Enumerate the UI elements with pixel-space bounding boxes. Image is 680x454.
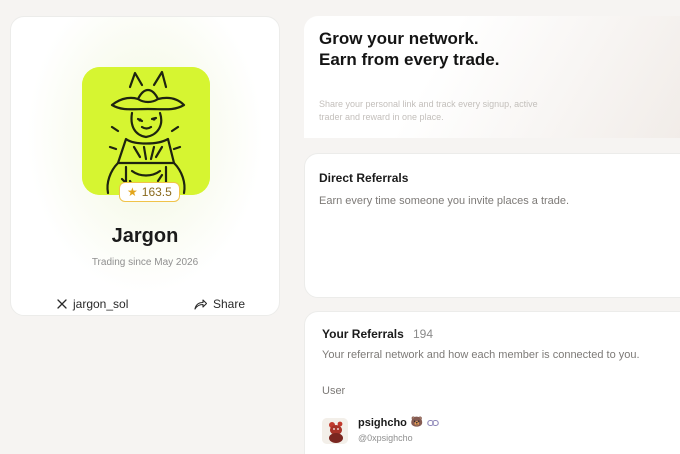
your-referrals-card: Your Referrals 194 Your referral network… [304,311,680,454]
chain-link-icon [427,419,440,427]
hero-title-line1: Grow your network. [319,29,479,48]
rating-value: 163.5 [141,185,172,199]
referral-row[interactable]: psighcho 🐻 @0xpsighcho [322,416,662,448]
your-referrals-title: Your Referrals [322,327,404,341]
column-header-user: User [322,385,346,397]
x-handle: jargon_sol [73,297,129,311]
direct-referrals-title: Direct Referrals [319,171,409,185]
share-button[interactable]: Share [194,297,245,311]
user-name-text: psighcho [358,417,407,429]
rating-badge: ★ 163.5 [119,182,180,202]
trading-since: Trading since May 2026 [91,257,199,268]
cowboy-cat-illustration [82,67,210,195]
hero-title: Grow your network. Earn from every trade… [319,28,499,71]
share-label: Share [213,297,246,311]
direct-referrals-description: Earn every time someone you invite place… [319,195,570,207]
hero-subtitle: Share your personal link and track every… [319,99,538,123]
profile-name: Jargon [111,225,179,247]
hero-title-line2: Earn from every trade. [319,50,500,70]
referral-count: 194 [413,327,434,341]
x-logo-icon [57,299,67,309]
x-profile-link[interactable]: jargon_sol [57,297,128,311]
bear-avatar-illustration [322,418,348,444]
star-icon: ★ [127,185,138,199]
profile-card: ★ 163.5 Jargon Trading since May 2026 ja… [10,16,280,316]
share-arrow-icon [194,298,207,310]
user-handle: @0xpsighcho [358,433,413,443]
user-avatar [322,418,348,444]
bear-emoji-icon: 🐻 [410,417,424,428]
user-name: psighcho 🐻 [358,417,440,429]
profile-avatar [82,67,210,195]
your-referrals-description: Your referral network and how each membe… [322,349,640,361]
direct-referrals-card: Direct Referrals Earn every time someone… [304,153,680,298]
hero-banner: Grow your network. Earn from every trade… [304,16,680,138]
